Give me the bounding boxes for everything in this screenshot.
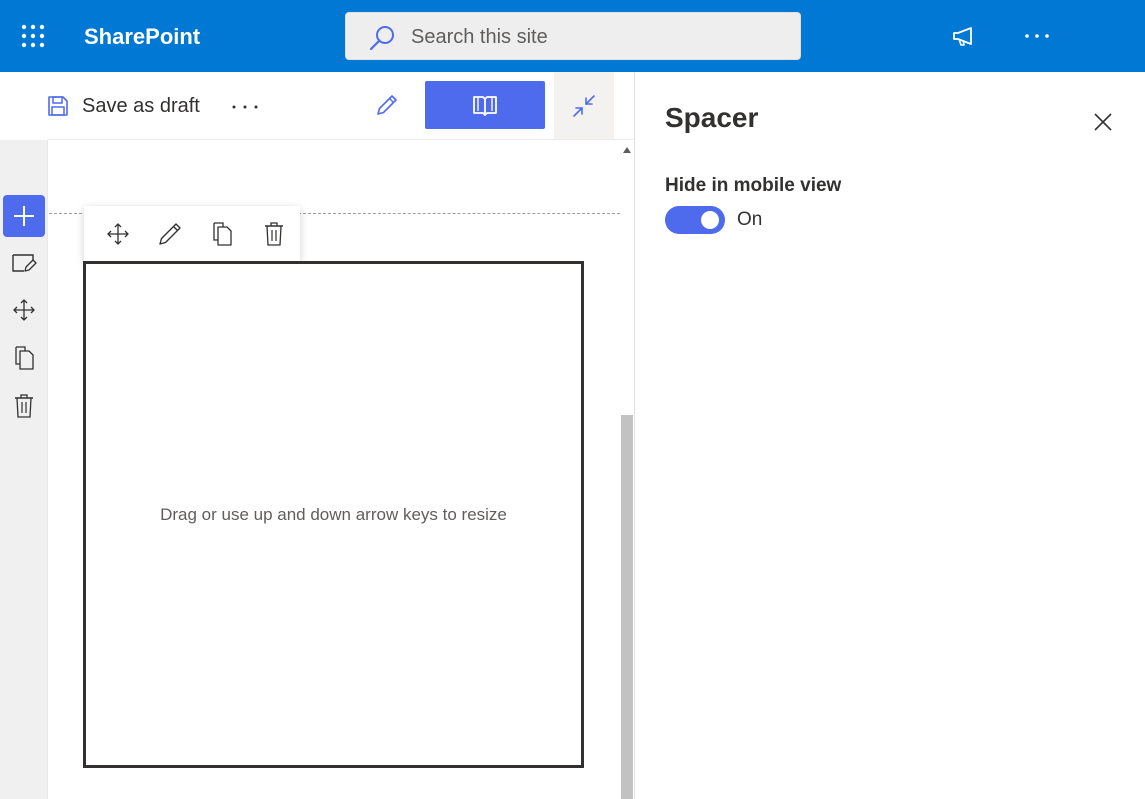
pane-title: Spacer [665, 102, 759, 133]
spacer-web-part[interactable]: Drag or use up and down arrow keys to re… [83, 261, 584, 768]
more-commands-icon[interactable] [226, 92, 264, 122]
close-icon[interactable] [1085, 104, 1121, 140]
rail-top-strip [0, 72, 48, 140]
search-icon [368, 24, 396, 52]
section-toolbar [0, 140, 48, 799]
web-part-toolbar [84, 206, 300, 262]
edit-pencil-icon[interactable] [366, 88, 406, 124]
save-as-draft-label: Save as draft [82, 94, 200, 117]
search-box[interactable]: Search this site [345, 12, 801, 60]
add-icon [14, 206, 34, 226]
save-icon [48, 96, 68, 116]
canvas-scrollbar[interactable] [620, 140, 634, 799]
app-launcher-icon[interactable] [18, 21, 48, 51]
scroll-up-arrow-icon[interactable] [620, 144, 634, 156]
edit-web-part-icon[interactable] [144, 212, 196, 256]
toggle-knob [701, 211, 719, 229]
save-as-draft-button[interactable]: Save as draft [46, 90, 200, 122]
scroll-thumb[interactable] [621, 415, 633, 799]
move-section-icon[interactable] [5, 291, 43, 329]
add-section-button[interactable] [3, 195, 45, 237]
suite-bar: SharePoint Search this site [0, 0, 1145, 72]
edit-section-icon[interactable] [5, 244, 43, 282]
duplicate-web-part-icon[interactable] [196, 212, 248, 256]
app-name[interactable]: SharePoint [84, 24, 200, 50]
view-mode-button[interactable] [425, 81, 545, 129]
hide-in-mobile-toggle[interactable] [665, 206, 725, 234]
more-options-icon[interactable] [1015, 14, 1059, 58]
property-pane: Spacer Hide in mobile view On [635, 72, 1145, 799]
move-web-part-icon[interactable] [92, 212, 144, 256]
toggle-state-label: On [737, 209, 763, 230]
resize-hint: Drag or use up and down arrow keys to re… [160, 505, 507, 524]
delete-section-icon[interactable] [5, 387, 43, 425]
feedback-megaphone-icon[interactable] [943, 14, 987, 58]
search-placeholder: Search this site [411, 26, 548, 48]
collapse-icon[interactable] [554, 72, 614, 139]
book-icon [473, 96, 497, 116]
hide-in-mobile-label: Hide in mobile view [665, 175, 842, 196]
delete-web-part-icon[interactable] [248, 212, 300, 256]
command-bar: Save as draft [0, 72, 634, 140]
duplicate-section-icon[interactable] [5, 339, 43, 377]
